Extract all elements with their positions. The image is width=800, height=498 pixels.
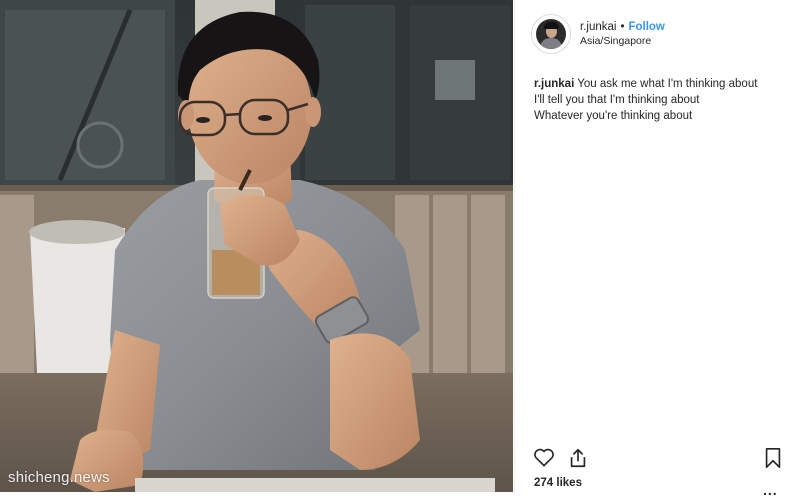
avatar[interactable] <box>531 14 571 54</box>
post-photo[interactable]: shicheng.news <box>0 0 513 492</box>
location-link[interactable]: Asia/Singapore <box>580 35 665 47</box>
avatar-image <box>536 19 566 49</box>
post-side-panel: r.junkai • Follow Asia/Singapore r.junka… <box>514 0 800 498</box>
username-link[interactable]: r.junkai <box>580 21 616 33</box>
photo-image <box>0 0 513 492</box>
follow-button[interactable]: Follow <box>628 21 664 33</box>
post-actions <box>533 447 785 471</box>
post-caption: r.junkai You ask me what I'm thinking ab… <box>534 76 784 124</box>
separator-dot: • <box>620 21 625 33</box>
bookmark-icon[interactable] <box>763 447 783 469</box>
heart-icon[interactable] <box>533 447 555 467</box>
header-text: r.junkai • Follow Asia/Singapore <box>580 21 665 47</box>
post-header: r.junkai • Follow Asia/Singapore <box>531 12 665 56</box>
caption-line-1: You ask me what I'm thinking about <box>577 78 758 90</box>
share-icon[interactable] <box>567 447 589 469</box>
watermark-text: shicheng.news <box>8 469 110 486</box>
caption-username[interactable]: r.junkai <box>534 78 574 90</box>
ellipsis-icon[interactable]: ... <box>763 482 778 498</box>
caption-line-3: Whatever you're thinking about <box>534 110 693 122</box>
caption-line-2: I'll tell you that I'm thinking about <box>534 94 700 106</box>
likes-count[interactable]: 274 likes <box>534 477 582 489</box>
